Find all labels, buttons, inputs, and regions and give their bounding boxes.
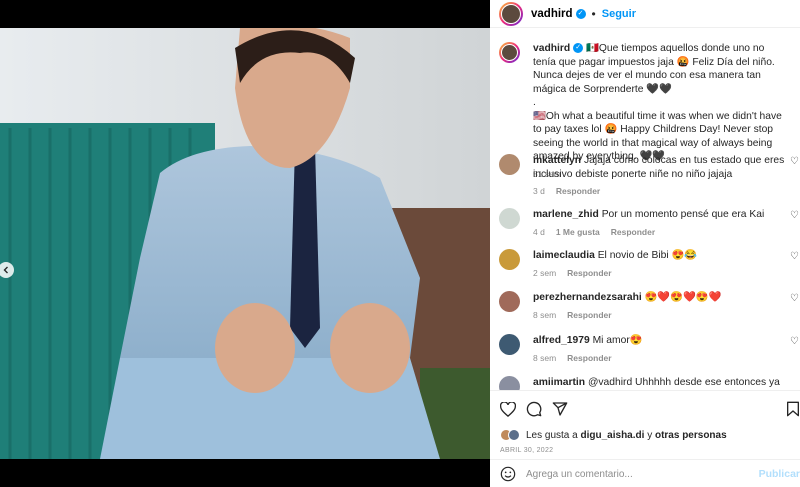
likes-suffix: y	[647, 429, 653, 441]
comment-time[interactable]: 3 d	[533, 185, 545, 199]
chevron-left-icon	[3, 266, 8, 274]
comment-time[interactable]: 8 sem	[533, 309, 556, 323]
post-date[interactable]: ABRIL 30, 2022	[500, 447, 553, 454]
comment-body: laimeclaudia El novio de Bibi 😍😂 2 sem Re…	[533, 249, 788, 280]
comment-text: El novio de Bibi 😍😂	[597, 250, 698, 261]
comment-time[interactable]: 4 d	[533, 226, 545, 240]
comment-heart-icon[interactable]: ♡	[790, 336, 799, 347]
comment-username[interactable]: laimeclaudia	[533, 250, 595, 261]
author-username[interactable]: vadhird	[531, 8, 573, 20]
comment-body: perezhernandezsarahi 😍❤️😍❤️😍❤️ 8 sem Resp…	[533, 291, 788, 322]
publish-button[interactable]: Publicar	[759, 468, 800, 480]
caption-avatar[interactable]	[499, 42, 520, 63]
share-icon[interactable]	[552, 401, 568, 417]
comment-item: amiimartin @vadhird Uhhhhh desde ese ent…	[499, 376, 800, 390]
comment-item: perezhernandezsarahi 😍❤️😍❤️😍❤️ 8 sem Resp…	[499, 291, 800, 322]
comment-heart-icon[interactable]: ♡	[790, 156, 799, 167]
action-icons	[500, 401, 568, 417]
comment-heart-icon[interactable]: ♡	[790, 251, 799, 262]
comment-avatar[interactable]	[499, 154, 520, 175]
liker-avatar	[508, 429, 520, 441]
likes-text: Les gusta a digu_aisha.di y otras person…	[526, 430, 727, 441]
post-photo	[0, 28, 490, 459]
comment-username[interactable]: alfred_1979	[533, 335, 590, 346]
comment-reply-button[interactable]: Responder	[567, 352, 611, 366]
verified-badge-icon: ✓	[573, 43, 584, 54]
comment-input[interactable]	[526, 468, 756, 480]
likes-user[interactable]: digu_aisha.di	[581, 430, 645, 441]
post-actions: Les gusta a digu_aisha.di y otras person…	[490, 390, 800, 487]
comment-reply-button[interactable]: Responder	[611, 226, 655, 240]
comment-item: marlene_zhid Por un momento pensé que er…	[499, 208, 800, 239]
comment-username[interactable]: marlene_zhid	[533, 209, 599, 220]
post-side-panel: vadhird ✓ • Seguir vadhird ✓ 🇲🇽Que tiempo…	[490, 0, 800, 487]
caption-separator: .	[533, 97, 536, 108]
comment-reply-button[interactable]: Responder	[567, 309, 611, 323]
author-avatar[interactable]	[499, 1, 523, 26]
comment-avatar[interactable]	[499, 334, 520, 355]
heart-icon[interactable]	[500, 401, 516, 417]
comment-body: marlene_zhid Por un momento pensé que er…	[533, 208, 788, 239]
comment-avatar[interactable]	[499, 291, 520, 312]
comment-body: alfred_1979 Mi amor😍 8 sem Responder	[533, 334, 788, 365]
comment-text: Mi amor😍	[592, 335, 643, 346]
bookmark-icon[interactable]	[786, 401, 800, 417]
comment-item: alfred_1979 Mi amor😍 8 sem Responder ♡	[499, 334, 800, 365]
comment-heart-icon[interactable]: ♡	[790, 293, 799, 304]
likes-prefix: Les gusta a	[526, 429, 578, 441]
comment-text: Por un momento pensé que era Kai	[601, 209, 765, 220]
comment-reply-button[interactable]: Responder	[567, 267, 611, 281]
comments-list[interactable]: vadhird ✓ 🇲🇽Que tiempos aquellos donde un…	[490, 38, 800, 390]
comment-item: mkattelyn Jajaja cómo colocas en tus est…	[499, 154, 800, 199]
comment-item: laimeclaudia El novio de Bibi 😍😂 2 sem Re…	[499, 249, 800, 280]
likes-others[interactable]: otras personas	[655, 430, 727, 441]
comment-avatar[interactable]	[499, 376, 520, 390]
post-header: vadhird ✓ • Seguir	[490, 0, 800, 28]
comment-icon[interactable]	[526, 401, 542, 417]
follow-button[interactable]: Seguir	[602, 8, 636, 20]
comment-body: amiimartin @vadhird Uhhhhh desde ese ent…	[533, 376, 788, 390]
comment-avatar[interactable]	[499, 208, 520, 229]
comment-body: mkattelyn Jajaja cómo colocas en tus est…	[533, 154, 788, 199]
comment-time[interactable]: 2 sem	[533, 267, 556, 281]
verified-badge-icon: ✓	[575, 8, 586, 19]
comment-username[interactable]: perezhernandezsarahi	[533, 292, 642, 303]
comment-likes[interactable]: 1 Me gusta	[556, 226, 600, 240]
comment-reply-button[interactable]: Responder	[556, 185, 600, 199]
comment-heart-icon[interactable]: ♡	[790, 210, 799, 221]
comment-text: 😍❤️😍❤️😍❤️	[644, 292, 722, 303]
comment-avatar[interactable]	[499, 249, 520, 270]
add-comment-bar: Publicar	[490, 459, 800, 487]
comment-username[interactable]: mkattelyn	[533, 155, 581, 166]
comment-time[interactable]: 8 sem	[533, 352, 556, 366]
header-separator: •	[591, 6, 596, 21]
likes-summary[interactable]: Les gusta a digu_aisha.di y otras person…	[500, 429, 727, 441]
emoji-icon[interactable]	[500, 466, 516, 482]
caption-username[interactable]: vadhird	[533, 43, 570, 54]
comment-username[interactable]: amiimartin	[533, 377, 585, 388]
